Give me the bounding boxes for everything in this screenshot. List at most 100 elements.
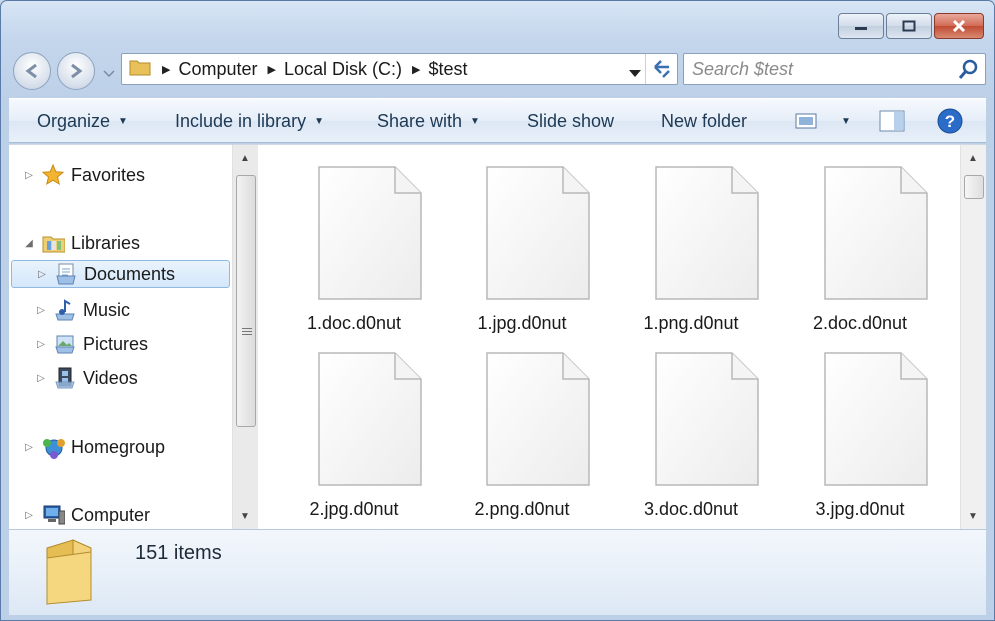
nav-label-pictures: Pictures (83, 333, 149, 354)
breadcrumb-separator-icon[interactable]: ▶ (268, 63, 276, 76)
minimize-button[interactable] (838, 13, 884, 39)
close-button[interactable] (934, 13, 984, 39)
main-area: ▷ Favorites ◢ Libraries ▷ Documents ▷ Mu… (9, 144, 986, 530)
file-item[interactable]: 3.jpg.d0nut (785, 331, 935, 519)
caret-down-icon (629, 70, 641, 77)
collapse-arrow-icon[interactable]: ◢ (23, 238, 35, 249)
include-in-library-label: Include in library (175, 110, 307, 131)
file-item[interactable]: 2.doc.d0nut (785, 145, 935, 333)
navigation-bar: ▶ Computer ▶ Local Disk (C:) ▶ $test (11, 49, 986, 90)
grip-icon (242, 326, 252, 337)
expand-arrow-icon[interactable]: ▷ (35, 339, 47, 350)
file-item[interactable]: 2.png.d0nut (447, 331, 597, 519)
slide-show-button[interactable]: Slide show (527, 99, 614, 143)
file-icon (655, 352, 759, 486)
expand-arrow-icon[interactable]: ▷ (23, 510, 35, 521)
scroll-down-icon[interactable]: ▼ (968, 511, 978, 522)
caret-down-icon: ▼ (470, 115, 480, 127)
help-icon: ? (937, 108, 963, 134)
content-scrollbar[interactable]: ▲ ▼ (960, 145, 986, 530)
nav-item-favorites[interactable]: ▷ Favorites (23, 161, 145, 189)
file-icon (824, 352, 928, 486)
expand-arrow-icon[interactable]: ▷ (23, 442, 35, 453)
new-folder-button[interactable]: New folder (661, 99, 747, 143)
navigation-pane: ▷ Favorites ◢ Libraries ▷ Documents ▷ Mu… (9, 145, 232, 530)
share-with-label: Share with (377, 110, 463, 131)
breadcrumb-separator-icon[interactable]: ▶ (412, 63, 420, 76)
libraries-icon (41, 231, 65, 255)
nav-item-computer[interactable]: ▷ Computer (23, 501, 150, 529)
file-icon (318, 166, 422, 300)
file-name: 2.png.d0nut (474, 499, 570, 519)
file-icon (318, 352, 422, 486)
svg-text:?: ? (945, 112, 955, 131)
nav-item-homegroup[interactable]: ▷ Homegroup (23, 433, 165, 461)
file-item[interactable]: 3.doc.d0nut (616, 331, 766, 519)
nav-label-videos: Videos (83, 367, 138, 388)
maximize-button[interactable] (886, 13, 932, 39)
breadcrumb-separator-icon[interactable]: ▶ (162, 63, 170, 76)
file-item[interactable]: 1.png.d0nut (616, 145, 766, 333)
breadcrumb-computer[interactable]: Computer (178, 59, 257, 80)
change-view-button[interactable] (795, 99, 817, 143)
slide-show-label: Slide show (527, 110, 615, 131)
scroll-up-icon[interactable]: ▲ (240, 153, 250, 164)
computer-icon (41, 503, 65, 527)
address-history-dropdown[interactable] (629, 65, 641, 83)
navigation-pane-scrollbar[interactable]: ▲ ▼ (232, 145, 258, 530)
new-folder-label: New folder (661, 110, 748, 131)
address-bar[interactable]: ▶ Computer ▶ Local Disk (C:) ▶ $test (121, 53, 678, 85)
expand-arrow-icon[interactable]: ▷ (35, 305, 47, 316)
share-with-menu[interactable]: Share with ▼ (377, 99, 480, 143)
file-icon (824, 166, 928, 300)
search-box (683, 53, 986, 85)
expand-arrow-icon[interactable]: ▷ (36, 269, 48, 280)
nav-label-libraries: Libraries (71, 232, 141, 253)
command-toolbar: Organize ▼ Include in library ▼ Share wi… (9, 98, 986, 143)
scrollbar-thumb[interactable] (236, 175, 256, 427)
view-options-dropdown[interactable]: ▼ (833, 99, 851, 143)
nav-label-documents: Documents (84, 263, 176, 284)
nav-label-music: Music (83, 299, 131, 320)
file-icon (486, 166, 590, 300)
homegroup-icon (41, 435, 65, 459)
search-icon[interactable] (957, 59, 979, 86)
help-button[interactable]: ? (937, 99, 963, 143)
documents-library-icon (54, 262, 78, 286)
breadcrumb-current-folder[interactable]: $test (428, 59, 467, 80)
refresh-icon (653, 60, 670, 78)
organize-menu[interactable]: Organize ▼ (37, 99, 128, 143)
recent-pages-dropdown[interactable] (103, 65, 115, 83)
nav-label-computer: Computer (71, 504, 151, 525)
nav-item-libraries[interactable]: ◢ Libraries (23, 229, 140, 257)
search-input[interactable] (692, 58, 952, 80)
include-in-library-menu[interactable]: Include in library ▼ (175, 99, 324, 143)
file-item[interactable]: 1.doc.d0nut (279, 145, 429, 333)
organize-label: Organize (37, 110, 111, 131)
item-count: 151 items (135, 542, 222, 564)
forward-button[interactable] (57, 52, 95, 90)
nav-item-pictures[interactable]: ▷ Pictures (35, 330, 148, 358)
expand-arrow-icon[interactable]: ▷ (35, 373, 47, 384)
nav-item-videos[interactable]: ▷ Videos (35, 364, 138, 392)
refresh-button[interactable] (645, 54, 677, 84)
nav-item-documents[interactable]: ▷ Documents (11, 260, 230, 288)
caret-down-icon: ▼ (118, 115, 128, 127)
scroll-up-icon[interactable]: ▲ (968, 153, 978, 164)
folder-icon (43, 538, 95, 611)
back-button[interactable] (13, 52, 51, 90)
scrollbar-thumb[interactable] (964, 175, 984, 199)
preview-pane-button[interactable] (879, 99, 905, 143)
file-list: 1.doc.d0nut 1.jpg.d0nut 1.png.d0nut 2.doc.d… (259, 145, 959, 530)
expand-arrow-icon[interactable]: ▷ (23, 170, 35, 181)
view-icon (795, 113, 817, 129)
file-item[interactable]: 2.jpg.d0nut (279, 331, 429, 519)
nav-label-favorites: Favorites (71, 164, 146, 185)
breadcrumb-local-disk[interactable]: Local Disk (C:) (284, 59, 402, 80)
nav-label-homegroup: Homegroup (71, 436, 166, 457)
file-name: 3.jpg.d0nut (815, 499, 905, 519)
music-note-icon (53, 298, 77, 322)
nav-item-music[interactable]: ▷ Music (35, 296, 130, 324)
file-item[interactable]: 1.jpg.d0nut (447, 145, 597, 333)
scroll-down-icon[interactable]: ▼ (240, 511, 250, 522)
